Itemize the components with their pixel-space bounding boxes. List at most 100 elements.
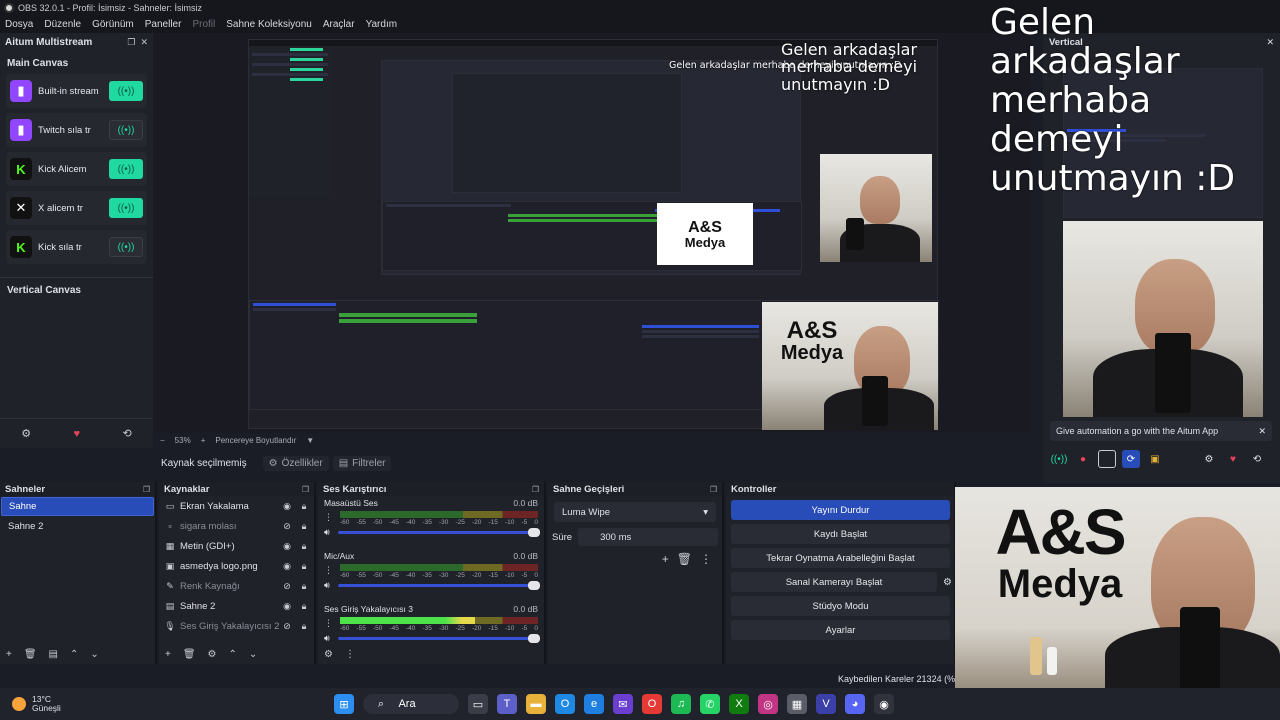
start-replay-buffer-button[interactable]: Tekrar Oynatma Arabelleğini Başlat — [731, 548, 950, 568]
file-explorer-icon[interactable]: ▬ — [526, 694, 546, 714]
zoom-in-button[interactable]: + — [201, 436, 206, 445]
lock-icon[interactable]: 🔒︎ — [297, 521, 311, 532]
menu-tools[interactable]: Araçlar — [323, 19, 355, 30]
menu-view[interactable]: Görünüm — [92, 19, 134, 30]
float-icon[interactable]: ❐ — [127, 37, 135, 48]
add-icon[interactable]: + — [662, 552, 669, 566]
aitum-banner[interactable]: Give automation a go with the Aitum App … — [1050, 421, 1272, 441]
stream-toggle-button[interactable]: ((•)) — [109, 120, 143, 140]
folder-icon[interactable]: ▣ — [1146, 450, 1164, 468]
whatsapp-icon[interactable]: ✆ — [700, 694, 720, 714]
eye-icon[interactable]: ◉ — [280, 601, 294, 612]
speaker-icon[interactable]: 🔊︎ — [324, 580, 338, 591]
duration-input[interactable]: 300 ms — [578, 528, 718, 546]
chevron-up-icon[interactable]: ⌃ — [229, 649, 237, 660]
filter-icon[interactable]: ▤ — [49, 649, 58, 660]
speaker-icon[interactable]: 🔊︎ — [324, 527, 338, 538]
lock-icon[interactable]: 🔒︎ — [297, 621, 311, 632]
gear-icon[interactable]: ⚙ — [1200, 450, 1218, 468]
stream-icon[interactable]: ((•)) — [1050, 450, 1068, 468]
volume-knob[interactable] — [528, 580, 540, 590]
lock-icon[interactable]: 🔒︎ — [297, 581, 311, 592]
zoom-out-button[interactable]: − — [160, 436, 165, 445]
volume-track[interactable] — [338, 633, 540, 643]
visual-studio-icon[interactable]: V — [816, 694, 836, 714]
properties-button[interactable]: ⚙ Özellikler — [262, 455, 329, 471]
xbox-icon[interactable]: X — [729, 694, 749, 714]
aitum-icon[interactable]: ⟲ — [123, 427, 132, 440]
menu-docks[interactable]: Paneller — [145, 19, 182, 30]
volume-slider[interactable]: 🔊︎ — [324, 632, 540, 644]
add-icon[interactable]: + — [6, 649, 12, 660]
task-view-icon[interactable]: ▭ — [468, 694, 488, 714]
start-recording-button[interactable]: Kaydı Başlat — [731, 524, 950, 544]
aitum-icon[interactable]: ⟲ — [1248, 450, 1266, 468]
eye-icon[interactable]: ◉ — [280, 501, 294, 512]
menu-scene-collection[interactable]: Sahne Koleksiyonu — [226, 19, 312, 30]
settings-button[interactable]: Ayarlar — [731, 620, 950, 640]
chevron-down-icon[interactable]: ⌄ — [249, 649, 257, 660]
obs-taskbar-icon[interactable]: ◉ — [874, 694, 894, 714]
volume-track[interactable] — [338, 580, 540, 590]
stream-toggle-button[interactable]: ((•)) — [109, 159, 143, 179]
more-icon[interactable]: ⋮ — [324, 512, 333, 523]
chevron-up-icon[interactable]: ⌃ — [70, 649, 78, 660]
taskbar-search[interactable]: ⌕ Ara — [363, 694, 459, 714]
close-icon[interactable]: ✕ — [1258, 426, 1266, 437]
heart-icon[interactable]: ♥ — [74, 428, 81, 440]
trash-icon[interactable]: 🗑 — [677, 552, 692, 566]
source-item[interactable]: ▦ Metin (GDI+) ◉ 🔒︎ — [159, 536, 314, 556]
source-item[interactable]: ▣ asmedya logo.png ◉ 🔒︎ — [159, 556, 314, 576]
scene-item[interactable]: Sahne — [1, 497, 154, 516]
source-item[interactable]: 🎙︎ Ses Giriş Yakalayıcısı 2 ⊘ 🔒︎ — [159, 616, 314, 636]
more-icon[interactable]: ⋮ — [324, 618, 333, 629]
source-item[interactable]: ▭ Ekran Yakalama ◉ 🔒︎ — [159, 496, 314, 516]
lock-icon[interactable]: 🔒︎ — [297, 541, 311, 552]
volume-knob[interactable] — [528, 527, 540, 537]
source-item[interactable]: ▫ sigara molası ⊘ 🔒︎ — [159, 516, 314, 536]
stop-icon[interactable] — [1098, 450, 1116, 468]
float-icon[interactable]: ❐ — [710, 485, 717, 494]
add-icon[interactable]: + — [165, 649, 171, 660]
fit-to-window-select[interactable]: Pencereye Boyutlandır — [215, 436, 296, 445]
weather-widget[interactable]: 13°C Güneşli — [12, 694, 61, 714]
transition-select[interactable]: Luma Wipe ▾ — [554, 502, 716, 522]
float-icon[interactable]: ❐ — [143, 485, 150, 494]
gear-icon[interactable]: ⚙ — [943, 577, 952, 588]
windows-start-icon[interactable]: ⊞ — [334, 694, 354, 714]
outlook-icon[interactable]: O — [555, 694, 575, 714]
instagram-icon[interactable]: ◎ — [758, 694, 778, 714]
start-virtual-camera-button[interactable]: Sanal Kamerayı Başlat — [731, 572, 938, 592]
source-item[interactable]: ✎ Renk Kaynağı ⊘ 🔒︎ — [159, 576, 314, 596]
menu-file[interactable]: Dosya — [5, 19, 33, 30]
lock-icon[interactable]: 🔒︎ — [297, 501, 311, 512]
chevron-down-icon[interactable]: ▼ — [306, 436, 314, 445]
more-icon[interactable]: ⋮ — [700, 552, 712, 566]
gear-icon[interactable]: ⚙ — [324, 649, 333, 660]
filters-button[interactable]: ▤ Filtreler — [332, 455, 392, 471]
record-icon[interactable]: ● — [1074, 450, 1092, 468]
stream-toggle-button[interactable]: ((•)) — [109, 81, 143, 101]
discord-icon[interactable]: ◕ — [845, 694, 865, 714]
trash-icon[interactable]: 🗑 — [24, 649, 37, 660]
stream-toggle-button[interactable]: ((•)) — [109, 198, 143, 218]
mail-icon[interactable]: ✉ — [613, 694, 633, 714]
stream-toggle-button[interactable]: ((•)) — [109, 237, 143, 257]
eye-icon[interactable]: ◉ — [280, 561, 294, 572]
lock-icon[interactable]: 🔒︎ — [297, 561, 311, 572]
eye-hidden-icon[interactable]: ⊘ — [280, 621, 294, 632]
volume-knob[interactable] — [528, 633, 540, 643]
chevron-down-icon[interactable]: ⌄ — [90, 649, 98, 660]
volume-slider[interactable]: 🔊︎ — [324, 526, 540, 538]
gear-icon[interactable]: ⚙ — [208, 649, 217, 660]
float-icon[interactable]: ❐ — [302, 485, 309, 494]
menu-edit[interactable]: Düzenle — [44, 19, 81, 30]
lock-icon[interactable]: 🔒︎ — [297, 601, 311, 612]
eye-hidden-icon[interactable]: ⊘ — [280, 581, 294, 592]
more-icon[interactable]: ⋮ — [324, 565, 333, 576]
menu-help[interactable]: Yardım — [366, 19, 398, 30]
close-icon[interactable]: ✕ — [140, 37, 148, 48]
source-item[interactable]: ▤ Sahne 2 ◉ 🔒︎ — [159, 596, 314, 616]
teams-icon[interactable]: T — [497, 694, 517, 714]
speaker-icon[interactable]: 🔊︎ — [324, 633, 338, 644]
